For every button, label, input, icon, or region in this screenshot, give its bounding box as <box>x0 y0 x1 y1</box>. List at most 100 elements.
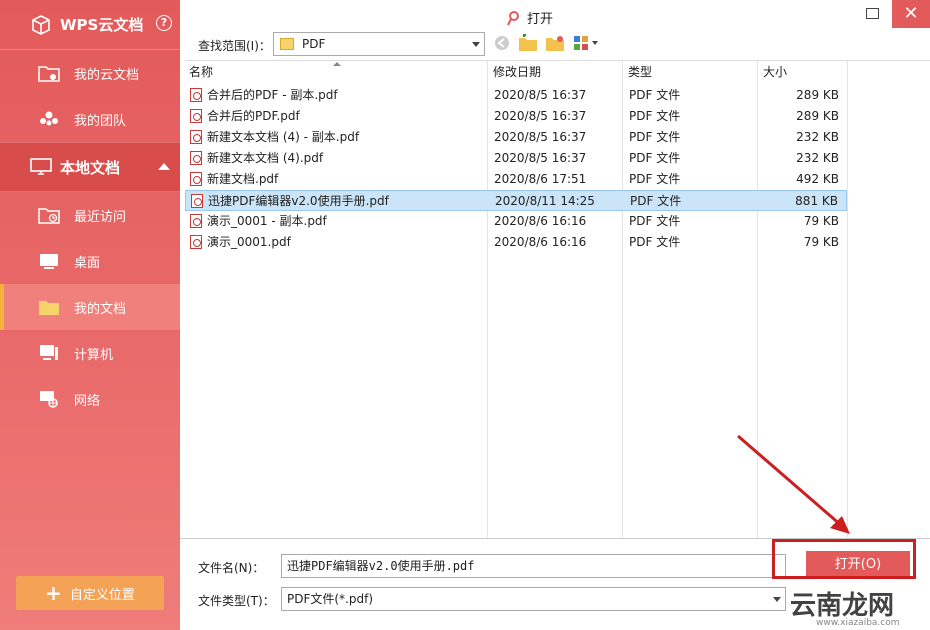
pdf-file-icon <box>190 130 202 144</box>
filetype-value: PDF文件(*.pdf) <box>287 592 374 606</box>
sidebar-item-desktop[interactable]: 桌面 <box>0 238 180 284</box>
sidebar-item-recent[interactable]: 最近访问 <box>0 192 180 238</box>
annotation-arrow-icon <box>737 434 850 534</box>
file-row[interactable]: 新建文本文档 (4) - 副本.pdf 2020/8/5 16:37 PDF 文件 2… <box>185 127 847 148</box>
sidebar-item-label: 我的团队 <box>74 113 127 129</box>
file-size: 79 KB <box>803 235 839 249</box>
folder-icon <box>280 38 294 50</box>
pdf-file-icon <box>190 151 202 165</box>
filename-label: 文件名(N)： <box>198 561 265 575</box>
file-size: 289 KB <box>796 88 839 102</box>
section-title: 本地文档 <box>60 158 121 177</box>
monitor-icon <box>30 158 52 175</box>
sidebar-item-computer[interactable]: 计算机 <box>0 330 180 376</box>
sidebar-item-label: 计算机 <box>74 347 114 363</box>
chevron-down-icon <box>472 42 480 47</box>
custom-location-label: 自定义位置 <box>69 587 135 603</box>
file-modified: 2020/8/6 16:16 <box>494 235 587 249</box>
column-header-type[interactable]: 类型 <box>624 61 758 83</box>
sidebar-item-label: 网络 <box>74 393 101 409</box>
file-row[interactable]: 演示_0001 - 副本.pdf 2020/8/6 16:16 PDF 文件 79 K… <box>185 211 847 232</box>
folder-icon <box>39 301 59 315</box>
file-size: 881 KB <box>795 194 838 208</box>
filetype-select[interactable]: PDF文件(*.pdf) <box>281 587 786 611</box>
sidebar-item-network[interactable]: 网络 <box>0 376 180 422</box>
file-type: PDF 文件 <box>629 214 681 228</box>
file-row[interactable]: 迅捷PDF编辑器v2.0使用手册.pdf 2020/8/11 14:25 PDF 文… <box>185 190 847 211</box>
title-bar: 打开 ✕ <box>180 0 930 32</box>
lookin-select[interactable]: PDF <box>273 32 485 56</box>
sidebar-item-my-documents[interactable]: 我的文档 <box>0 284 180 330</box>
pdf-file-icon <box>190 88 202 102</box>
file-size: 289 KB <box>796 109 839 123</box>
custom-location-button[interactable]: + 自定义位置 <box>16 576 164 610</box>
computer-icon <box>40 345 58 360</box>
back-icon[interactable] <box>492 34 512 52</box>
cloud-folder-icon <box>38 66 60 82</box>
cube-logo-icon <box>32 14 50 35</box>
file-modified: 2020/8/6 16:16 <box>494 214 587 228</box>
lookin-value: PDF <box>302 37 326 51</box>
dialog-title: 打开 <box>505 8 553 27</box>
file-modified: 2020/8/5 16:37 <box>494 130 587 144</box>
column-header-size[interactable]: 大小 <box>759 61 847 83</box>
chevron-up-icon <box>158 163 170 170</box>
pdf-file-icon <box>190 172 202 186</box>
file-name: 新建文本文档 (4) - 副本.pdf <box>207 130 360 144</box>
recent-folder-icon <box>38 208 60 224</box>
file-name: 合并后的PDF.pdf <box>207 109 300 123</box>
file-type: PDF 文件 <box>629 151 681 165</box>
file-size: 232 KB <box>796 151 839 165</box>
sidebar-item-label: 桌面 <box>74 255 101 271</box>
sidebar-item-label: 我的文档 <box>74 301 127 317</box>
section-local-docs[interactable]: 本地文档 <box>0 142 180 192</box>
filetype-label: 文件类型(T)： <box>198 594 275 608</box>
sort-ascending-icon <box>333 62 341 66</box>
sidebar-item-label: 最近访问 <box>74 209 127 225</box>
chevron-down-icon <box>773 597 781 602</box>
sidebar: WPS云文档 ? 我的云文档 我的团队 本地文档 最近访问 桌面 我的文档 计算… <box>0 0 180 630</box>
file-type: PDF 文件 <box>629 109 681 123</box>
file-name: 合并后的PDF - 副本.pdf <box>207 88 338 102</box>
view-menu-icon[interactable] <box>573 34 601 52</box>
file-row[interactable]: 合并后的PDF - 副本.pdf 2020/8/5 16:37 PDF 文件 289 … <box>185 85 847 106</box>
file-row[interactable]: 合并后的PDF.pdf 2020/8/5 16:37 PDF 文件 289 KB <box>185 106 847 127</box>
file-name: 迅捷PDF编辑器v2.0使用手册.pdf <box>208 194 389 208</box>
help-icon[interactable]: ? <box>156 15 172 31</box>
watermark-url: www.xiazaiba.com <box>816 618 900 628</box>
file-name: 新建文本文档 (4).pdf <box>207 151 324 165</box>
file-modified: 2020/8/5 16:37 <box>494 109 587 123</box>
sidebar-item-my-cloud-docs[interactable]: 我的云文档 <box>0 50 180 96</box>
new-folder-icon[interactable] <box>545 34 565 52</box>
up-folder-icon[interactable] <box>518 34 538 52</box>
file-row[interactable]: 新建文本文档 (4).pdf 2020/8/5 16:37 PDF 文件 232 KB <box>185 148 847 169</box>
pdf-file-icon <box>191 194 203 208</box>
team-icon <box>40 111 58 126</box>
close-button[interactable]: ✕ <box>892 0 930 28</box>
file-name: 演示_0001.pdf <box>207 235 291 249</box>
pdf-file-icon <box>190 214 202 228</box>
file-name: 演示_0001 - 副本.pdf <box>207 214 327 228</box>
filename-input[interactable]: 迅捷PDF编辑器v2.0使用手册.pdf <box>281 554 786 578</box>
file-modified: 2020/8/11 14:25 <box>495 194 595 208</box>
file-modified: 2020/8/5 16:37 <box>494 88 587 102</box>
file-type: PDF 文件 <box>629 172 681 186</box>
sidebar-item-my-team[interactable]: 我的团队 <box>0 96 180 142</box>
brand: WPS云文档 ? <box>0 0 180 50</box>
file-size: 492 KB <box>796 172 839 186</box>
brand-title: WPS云文档 <box>60 16 144 34</box>
file-size: 79 KB <box>803 214 839 228</box>
plus-icon: + <box>45 581 62 605</box>
file-type: PDF 文件 <box>629 88 681 102</box>
file-modified: 2020/8/6 17:51 <box>494 172 587 186</box>
file-row[interactable]: 演示_0001.pdf 2020/8/6 16:16 PDF 文件 79 KB <box>185 232 847 253</box>
annotation-highlight-box <box>772 539 916 579</box>
maximize-button[interactable] <box>866 8 879 19</box>
sidebar-item-label: 我的云文档 <box>74 67 140 83</box>
file-name: 新建文档.pdf <box>207 172 279 186</box>
pdf-file-icon <box>190 235 202 249</box>
pdf-file-icon <box>190 109 202 123</box>
file-row[interactable]: 新建文档.pdf 2020/8/6 17:51 PDF 文件 492 KB <box>185 169 847 190</box>
column-header-modified[interactable]: 修改日期 <box>489 61 623 83</box>
file-modified: 2020/8/5 16:37 <box>494 151 587 165</box>
